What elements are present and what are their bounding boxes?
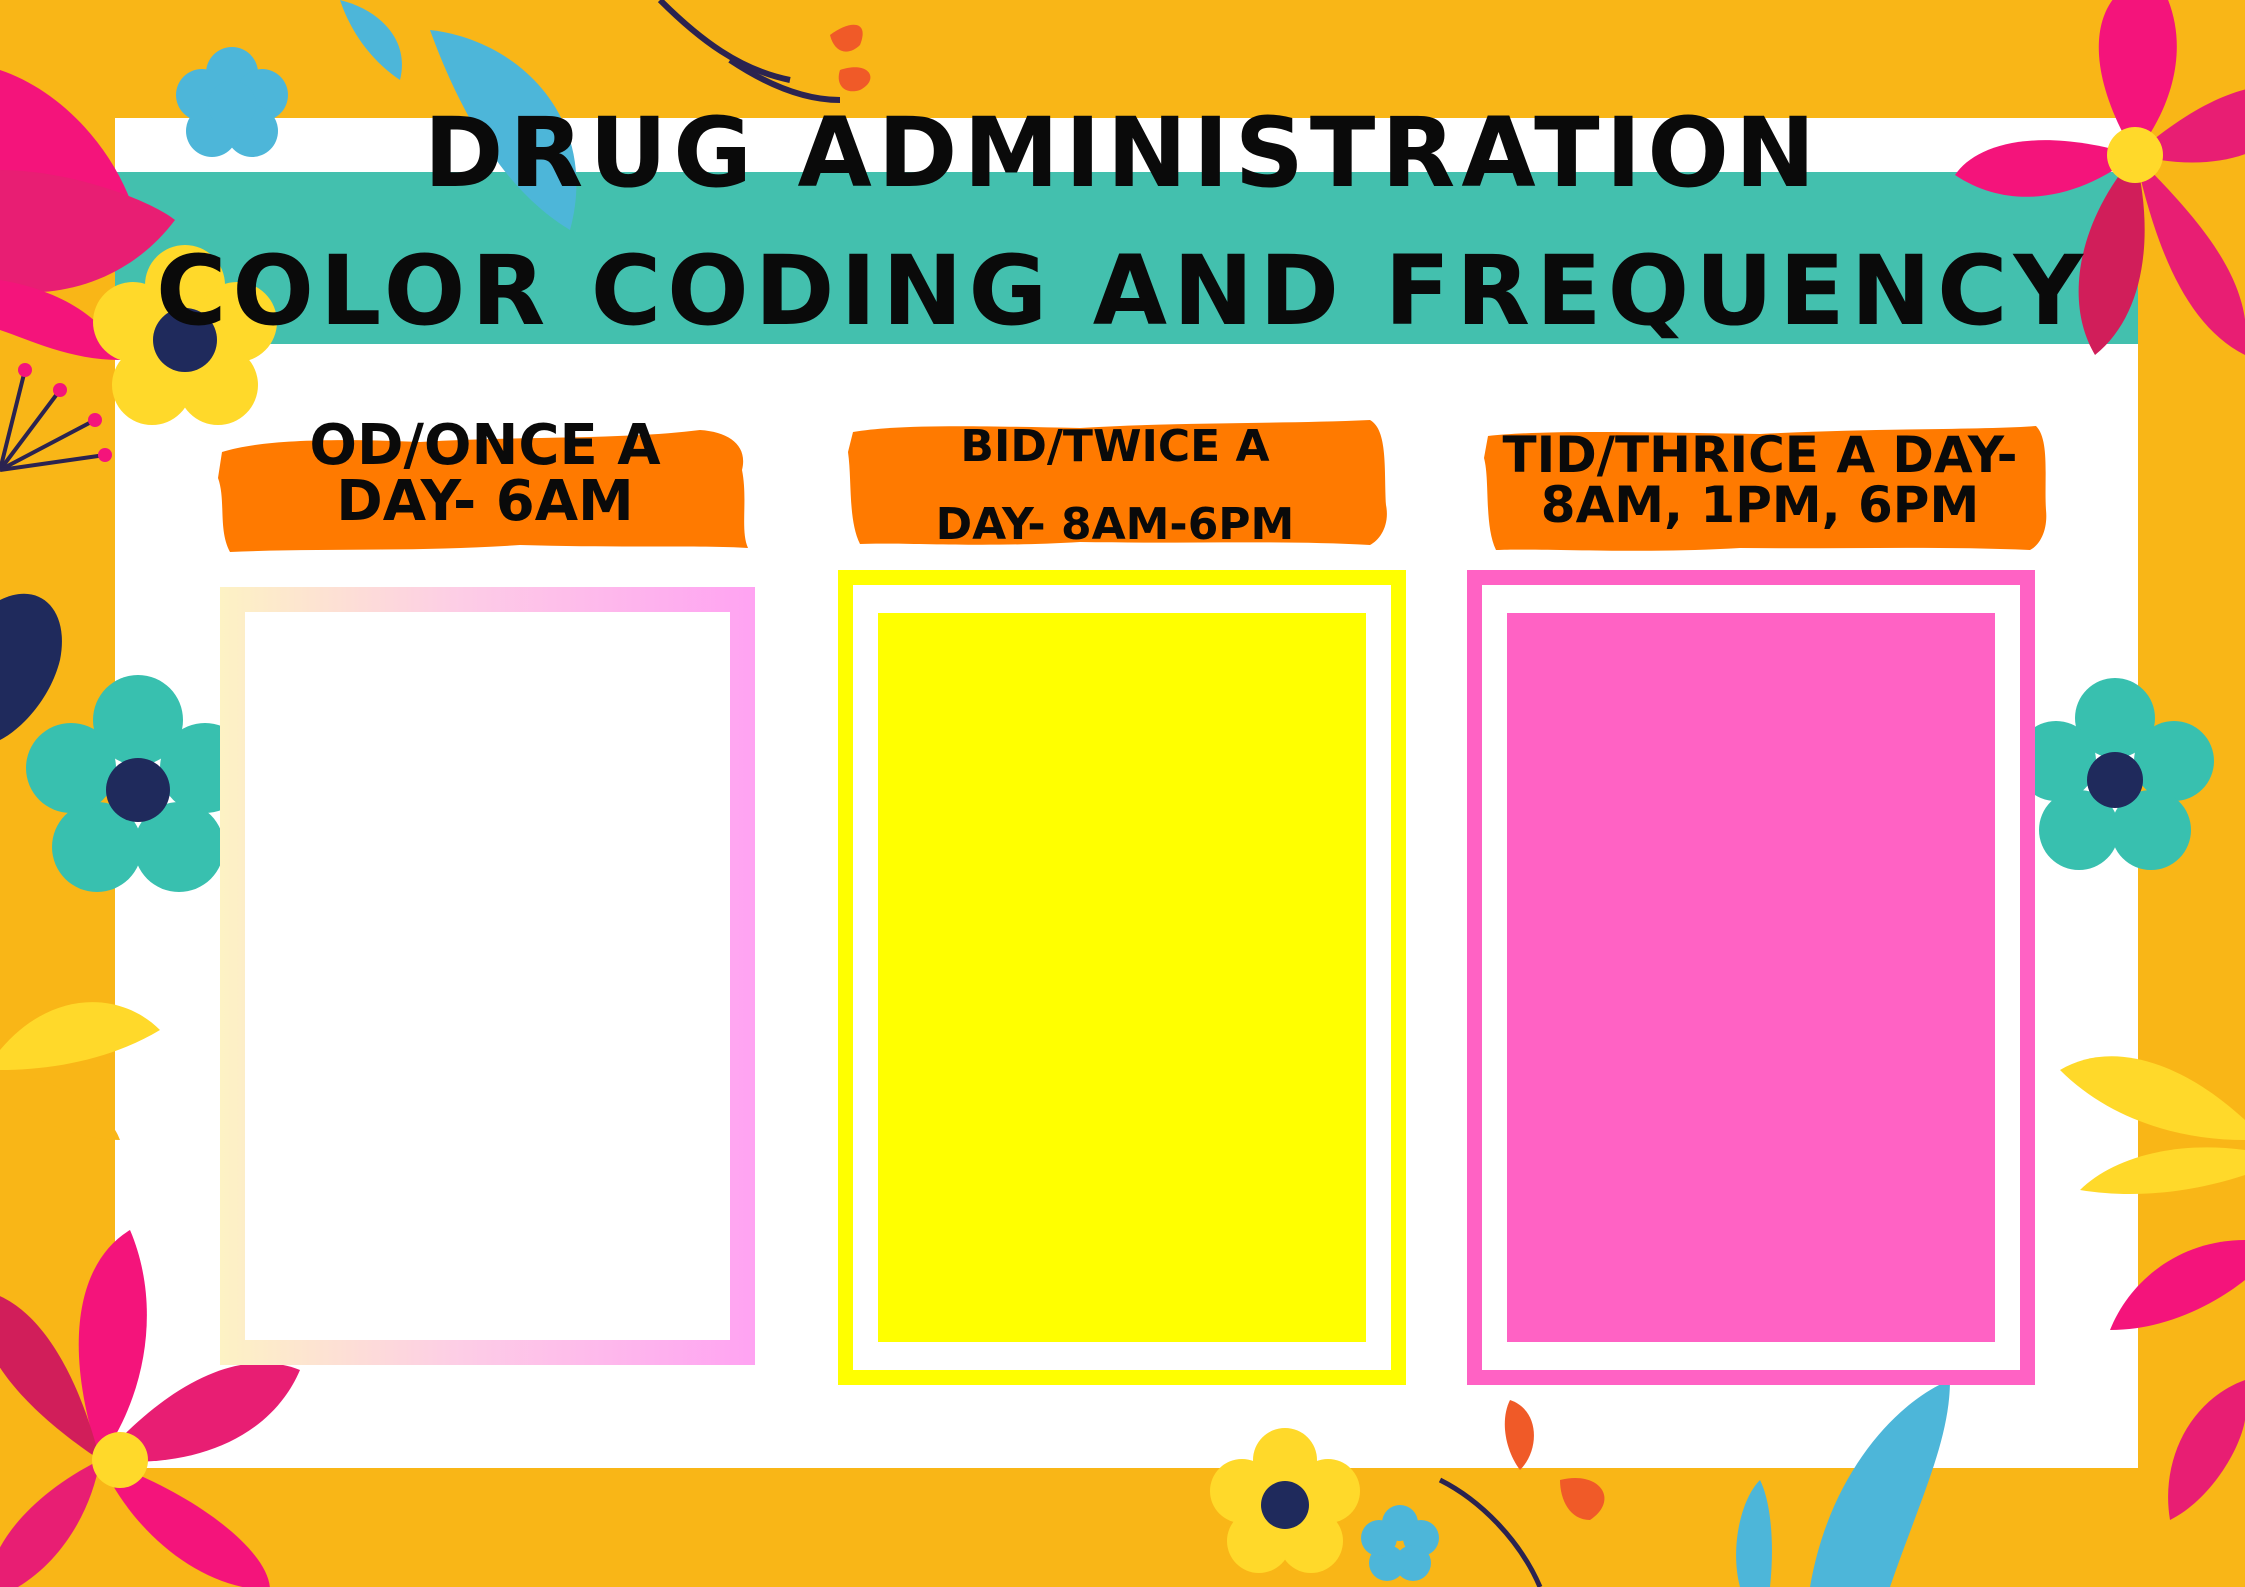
page-title-line-1: DRUG ADMINISTRATION — [423, 97, 1822, 209]
label-tid-line-1: TID/THRICE A DAY- — [1502, 426, 2018, 484]
label-bid-line-2: DAY- 8AM-6PM — [935, 499, 1295, 550]
pink-color-swatch — [1507, 613, 1995, 1342]
label-od-line-1: OD/ONCE A — [309, 413, 661, 478]
label-tid-thrice-a-day: TID/THRICE A DAY- 8AM, 1PM, 6PM — [1470, 430, 2050, 530]
label-od-line-2: DAY- 6AM — [336, 469, 634, 534]
label-od-once-a-day: OD/ONCE A DAY- 6AM — [220, 418, 750, 530]
page-title-line-2: COLOR CODING AND FREQUENCY — [155, 235, 2090, 347]
white-color-swatch — [245, 612, 730, 1340]
label-tid-line-2: 8AM, 1PM, 6PM — [1540, 476, 1980, 534]
label-bid-line-1: BID/TWICE A — [960, 421, 1270, 472]
white-color-swatch-frame — [220, 587, 755, 1365]
yellow-color-swatch-frame — [838, 570, 1406, 1385]
label-bid-twice-a-day: BID/TWICE A DAY- 8AM-6PM — [850, 408, 1380, 564]
yellow-color-swatch — [878, 613, 1366, 1342]
poster: DRUG ADMINISTRATION COLOR CODING AND FRE… — [0, 0, 2245, 1587]
pink-color-swatch-frame — [1467, 570, 2035, 1385]
